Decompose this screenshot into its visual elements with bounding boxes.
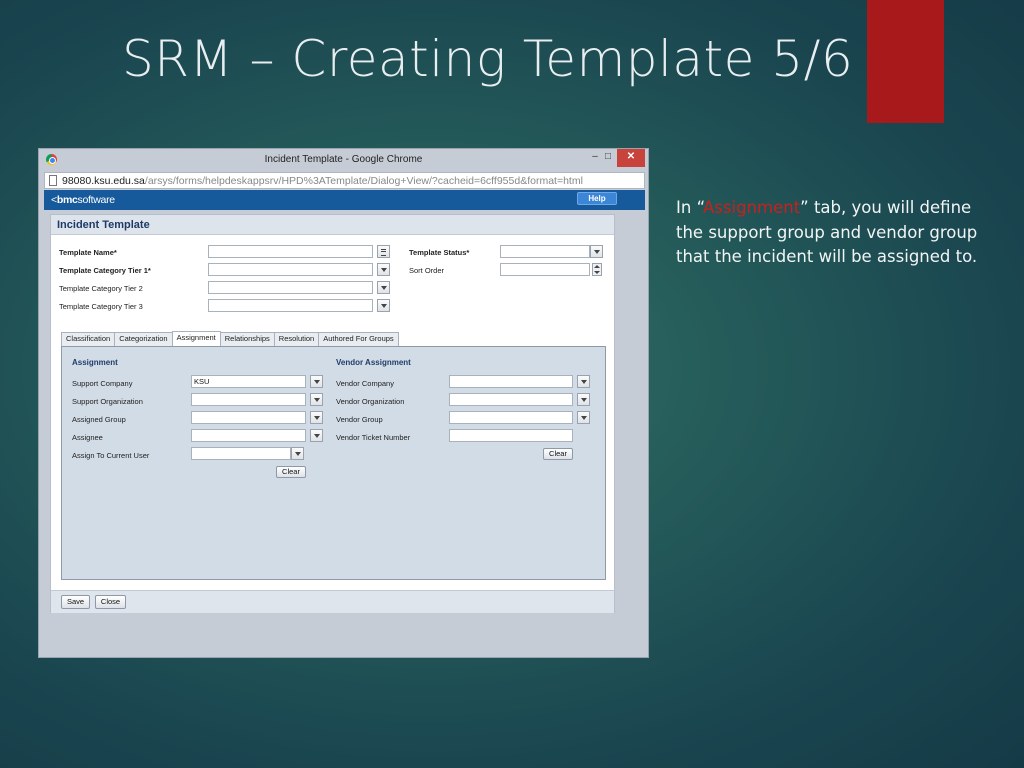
save-button[interactable]: Save bbox=[61, 595, 90, 609]
tab-classification[interactable]: Classification bbox=[61, 332, 116, 346]
vendor-clear-button[interactable]: Clear bbox=[543, 448, 573, 460]
browser-window: Incident Template - Google Chrome – □ ✕ … bbox=[38, 148, 649, 658]
assign-current-user-dropdown-icon[interactable] bbox=[291, 447, 304, 460]
template-name-input[interactable] bbox=[208, 245, 373, 258]
vendor-org-label: Vendor Organization bbox=[336, 397, 405, 406]
form-header: Incident Template bbox=[51, 215, 614, 235]
category-tier2-dropdown-icon[interactable] bbox=[377, 281, 390, 294]
vendor-group-label: Vendor Group bbox=[336, 415, 383, 424]
template-status-input[interactable] bbox=[500, 245, 590, 258]
template-name-label: Template Name* bbox=[59, 248, 117, 257]
close-window-button[interactable]: ✕ bbox=[617, 149, 645, 167]
page-icon bbox=[49, 175, 57, 186]
assign-current-user-select[interactable] bbox=[191, 447, 291, 460]
slide-title: SRM – Creating Template 5/6 bbox=[122, 30, 854, 88]
vendor-company-label: Vendor Company bbox=[336, 379, 394, 388]
bmc-header-bar: <bmcsoftware Help bbox=[44, 190, 645, 210]
assignment-clear-button[interactable]: Clear bbox=[276, 466, 306, 478]
category-tier2-input[interactable] bbox=[208, 281, 373, 294]
bmc-logo: <bmcsoftware bbox=[51, 194, 115, 206]
support-company-label: Support Company bbox=[72, 379, 133, 388]
vendor-group-input[interactable] bbox=[449, 411, 573, 424]
support-org-dropdown-icon[interactable] bbox=[310, 393, 323, 406]
form-title: Incident Template bbox=[57, 219, 150, 231]
assignee-dropdown-icon[interactable] bbox=[310, 429, 323, 442]
vendor-org-dropdown-icon[interactable] bbox=[577, 393, 590, 406]
assignment-panel: Assignment Support Company KSU Support O… bbox=[61, 346, 606, 580]
vendor-ticket-input[interactable] bbox=[449, 429, 573, 442]
vendor-org-input[interactable] bbox=[449, 393, 573, 406]
window-title: Incident Template - Google Chrome bbox=[264, 154, 423, 165]
assignee-input[interactable] bbox=[191, 429, 306, 442]
tab-categorization[interactable]: Categorization bbox=[114, 332, 173, 346]
vendor-group-dropdown-icon[interactable] bbox=[577, 411, 590, 424]
incident-template-form: Incident Template Template Name* Templat… bbox=[50, 214, 615, 613]
template-status-dropdown-icon[interactable] bbox=[590, 245, 603, 258]
template-status-label: Template Status* bbox=[409, 248, 470, 257]
vendor-assignment-heading: Vendor Assignment bbox=[336, 358, 411, 367]
category-tier1-input[interactable] bbox=[208, 263, 373, 276]
assigned-group-label: Assigned Group bbox=[72, 415, 126, 424]
category-tier3-input[interactable] bbox=[208, 299, 373, 312]
template-name-menu-icon[interactable] bbox=[377, 245, 390, 258]
category-tier3-label: Template Category Tier 3 bbox=[59, 302, 143, 311]
category-tier1-label: Template Category Tier 1* bbox=[59, 266, 151, 275]
assigned-group-input[interactable] bbox=[191, 411, 306, 424]
address-bar[interactable]: 98080.ksu.edu.sa/arsys/forms/helpdeskapp… bbox=[44, 172, 645, 189]
window-titlebar: Incident Template - Google Chrome – □ ✕ bbox=[39, 149, 648, 171]
support-org-input[interactable] bbox=[191, 393, 306, 406]
support-org-label: Support Organization bbox=[72, 397, 143, 406]
support-company-dropdown-icon[interactable] bbox=[310, 375, 323, 388]
slide-body-text: In “Assignment” tab, you will define the… bbox=[676, 198, 978, 266]
red-accent-bar bbox=[867, 0, 944, 123]
assignee-label: Assignee bbox=[72, 433, 103, 442]
category-tier3-dropdown-icon[interactable] bbox=[377, 299, 390, 312]
sort-order-label: Sort Order bbox=[409, 266, 445, 275]
vendor-company-input[interactable] bbox=[449, 375, 573, 388]
assignment-heading: Assignment bbox=[72, 358, 118, 367]
url-text: 98080.ksu.edu.sa/arsys/forms/helpdeskapp… bbox=[62, 175, 583, 187]
support-company-input[interactable]: KSU bbox=[191, 375, 306, 388]
vendor-company-dropdown-icon[interactable] bbox=[577, 375, 590, 388]
close-button[interactable]: Close bbox=[95, 595, 126, 609]
maximize-button[interactable]: □ bbox=[601, 149, 615, 167]
assignment-highlight: Assignment bbox=[703, 198, 801, 217]
form-footer: Save Close bbox=[51, 590, 614, 613]
category-tier1-dropdown-icon[interactable] bbox=[377, 263, 390, 276]
assigned-group-dropdown-icon[interactable] bbox=[310, 411, 323, 424]
tab-bar: Classification Categorization Assignment… bbox=[61, 331, 399, 346]
assign-current-user-label: Assign To Current User bbox=[72, 451, 150, 460]
help-button[interactable]: Help bbox=[577, 192, 617, 205]
minimize-button[interactable]: – bbox=[588, 149, 602, 167]
tab-authored-for-groups[interactable]: Authored For Groups bbox=[318, 332, 399, 346]
tab-resolution[interactable]: Resolution bbox=[273, 332, 320, 346]
vendor-ticket-label: Vendor Ticket Number bbox=[336, 433, 411, 442]
tab-assignment[interactable]: Assignment bbox=[171, 331, 221, 346]
category-tier2-label: Template Category Tier 2 bbox=[59, 284, 143, 293]
sort-order-input[interactable] bbox=[500, 263, 590, 276]
tab-relationships[interactable]: Relationships bbox=[219, 332, 275, 346]
sort-order-spinner-icon[interactable] bbox=[592, 263, 602, 276]
